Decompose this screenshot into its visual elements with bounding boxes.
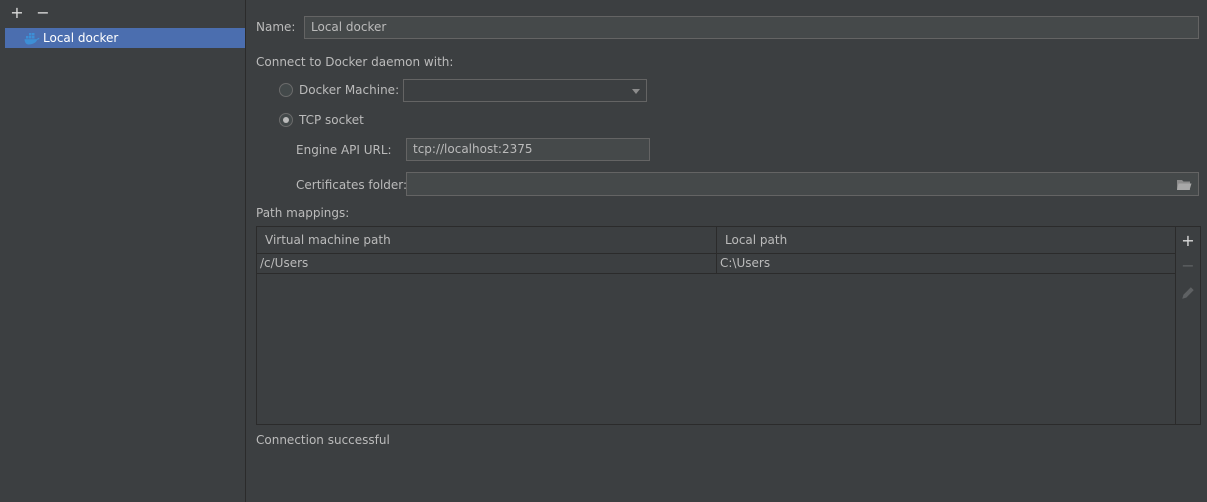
- tcp-socket-label: TCP socket: [299, 113, 364, 127]
- docker-machine-radio[interactable]: [279, 83, 293, 97]
- table-row[interactable]: /c/Users C:\Users: [257, 253, 1175, 274]
- certificates-folder-label: Certificates folder:: [296, 178, 408, 192]
- name-label: Name:: [256, 20, 296, 34]
- tree-item-local-docker[interactable]: Local docker: [5, 28, 245, 48]
- engine-api-url-input[interactable]: tcp://localhost:2375: [406, 138, 650, 161]
- column-header-local-path[interactable]: Local path: [717, 227, 1175, 253]
- name-field[interactable]: Local docker: [304, 16, 1199, 39]
- path-mappings-label: Path mappings:: [256, 206, 350, 220]
- cell-local-path[interactable]: C:\Users: [717, 253, 1175, 273]
- tcp-socket-radio[interactable]: [279, 113, 293, 127]
- engine-api-label: Engine API URL:: [296, 143, 392, 157]
- folder-icon[interactable]: [1176, 178, 1192, 191]
- docker-machine-label: Docker Machine:: [299, 83, 400, 97]
- settings-panel: Name: Local docker Connect to Docker dae…: [246, 0, 1207, 502]
- plus-icon[interactable]: +: [9, 5, 25, 21]
- certificates-folder-input[interactable]: [406, 172, 1199, 196]
- table-header: Virtual machine path Local path: [257, 227, 1175, 254]
- cell-vm-path[interactable]: /c/Users: [257, 253, 717, 273]
- mappings-toolbar: + −: [1176, 226, 1201, 425]
- chevron-down-icon: [632, 89, 640, 94]
- connect-label: Connect to Docker daemon with:: [256, 55, 454, 69]
- pencil-icon[interactable]: [1180, 285, 1196, 301]
- plus-icon[interactable]: +: [1180, 233, 1196, 249]
- tree-item-label: Local docker: [43, 31, 119, 45]
- column-header-vm-path[interactable]: Virtual machine path: [257, 227, 717, 253]
- minus-icon[interactable]: −: [1180, 258, 1196, 274]
- minus-icon[interactable]: −: [35, 5, 51, 21]
- sidebar: + − Local docker: [0, 0, 246, 502]
- status-text: Connection successful: [256, 433, 390, 447]
- docker-machine-dropdown[interactable]: [403, 79, 647, 102]
- path-mappings-table[interactable]: Virtual machine path Local path /c/Users…: [256, 226, 1176, 425]
- docker-icon: [24, 33, 40, 45]
